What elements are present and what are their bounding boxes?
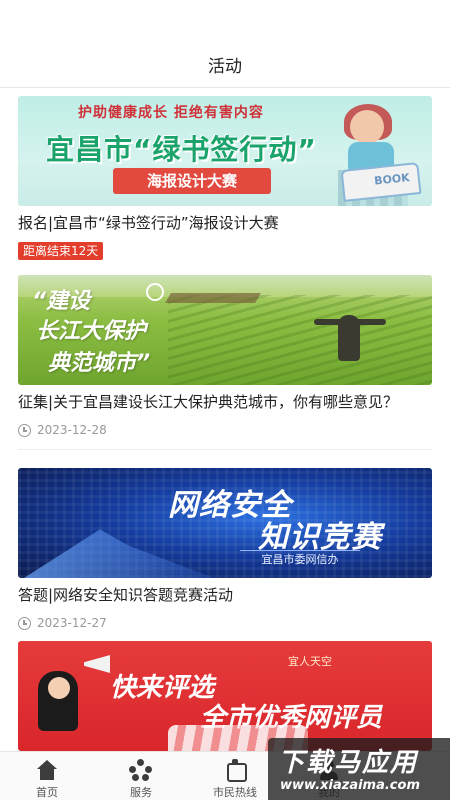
girl-face xyxy=(350,110,384,144)
activity-title[interactable]: 征集|关于宜昌建设长江大保护典范城市，你有哪些意见？ xyxy=(18,391,432,413)
banner-headline-line1: 快来评选 xyxy=(110,673,215,703)
hotline-icon xyxy=(223,759,247,782)
activity-card[interactable]: 护助健康成长 拒绝有害内容 宜昌市“绿书签行动” 海报设计大赛 BOOK 报名|… xyxy=(18,96,432,260)
banner-calligraphy-line2: 长江大保护 xyxy=(36,319,147,344)
activity-banner-green-bookmark[interactable]: 护助健康成长 拒绝有害内容 宜昌市“绿书签行动” 海报设计大赛 BOOK xyxy=(18,96,432,206)
activity-list[interactable]: 护助健康成长 拒绝有害内容 宜昌市“绿书签行动” 海报设计大赛 BOOK 报名|… xyxy=(0,89,450,751)
clock-icon xyxy=(18,423,31,437)
activity-banner-reviewer-selection[interactable]: 宜人天空 快来评选 全市优秀网评员 xyxy=(18,641,432,751)
banner-headline: 宜昌市“绿书签行动” xyxy=(46,133,317,166)
clock-icon xyxy=(18,616,31,630)
countdown-badge: 距离结束12天 xyxy=(18,242,104,260)
person-illustration xyxy=(338,315,360,361)
date-row: 2023-12-27 xyxy=(18,614,432,632)
banner-ribbon: 海报设计大赛 xyxy=(113,168,271,194)
activity-date: 2023-12-28 xyxy=(37,423,107,437)
watermark-logo-text: 下载马应用 xyxy=(278,748,419,778)
home-icon xyxy=(35,759,59,781)
tab-label: 市民热线 xyxy=(213,786,257,799)
megaphone-icon xyxy=(84,655,110,673)
activity-banner-cyber-security[interactable]: 网络安全 知识竞赛 宜昌市委网信办 xyxy=(18,468,432,578)
activity-banner-yangtze[interactable]: “建设 长江大保护 典范城市” xyxy=(18,275,432,385)
banner-organizer: 宜昌市委网信办 xyxy=(240,550,360,568)
site-watermark: 下载马应用 www.xiazaima.com xyxy=(268,738,450,800)
divider xyxy=(18,449,432,450)
book-label: BOOK xyxy=(373,171,411,188)
activity-date: 2023-12-27 xyxy=(37,616,107,630)
woman-face xyxy=(48,677,70,699)
activity-card[interactable]: 宜人天空 快来评选 全市优秀网评员 xyxy=(18,641,432,751)
tab-label: 服务 xyxy=(130,786,152,799)
wooden-path xyxy=(165,293,261,303)
service-icon xyxy=(129,759,153,781)
banner-calligraphy-line1: “建设 xyxy=(32,289,91,314)
banner-calligraphy-line3: 典范城市” xyxy=(48,351,151,376)
banner-top-tag: 宜人天空 xyxy=(288,655,332,668)
sun-icon xyxy=(146,283,164,301)
page-title: 活动 xyxy=(208,57,242,77)
date-row: 2023-12-28 xyxy=(18,421,432,439)
tab-home[interactable]: 首页 xyxy=(0,752,94,800)
tab-service[interactable]: 服务 xyxy=(94,752,188,800)
banner-slogan: 护助健康成长 拒绝有害内容 xyxy=(78,105,264,121)
tab-label: 首页 xyxy=(36,786,58,799)
watermark-url: www.xiazaima.com xyxy=(280,778,420,793)
activity-title[interactable]: 答题|网络安全知识答题竞赛活动 xyxy=(18,584,432,606)
activity-title[interactable]: 报名|宜昌市“绿书签行动”海报设计大赛 xyxy=(18,212,432,234)
top-header: 活动 xyxy=(0,0,450,88)
book-illustration: BOOK xyxy=(340,162,422,202)
activity-card[interactable]: 网络安全 知识竞赛 宜昌市委网信办 答题|网络安全知识答题竞赛活动 2023-1… xyxy=(18,468,432,643)
activity-card[interactable]: “建设 长江大保护 典范城市” 征集|关于宜昌建设长江大保护典范城市，你有哪些意… xyxy=(18,275,432,450)
rice-field xyxy=(168,295,432,385)
